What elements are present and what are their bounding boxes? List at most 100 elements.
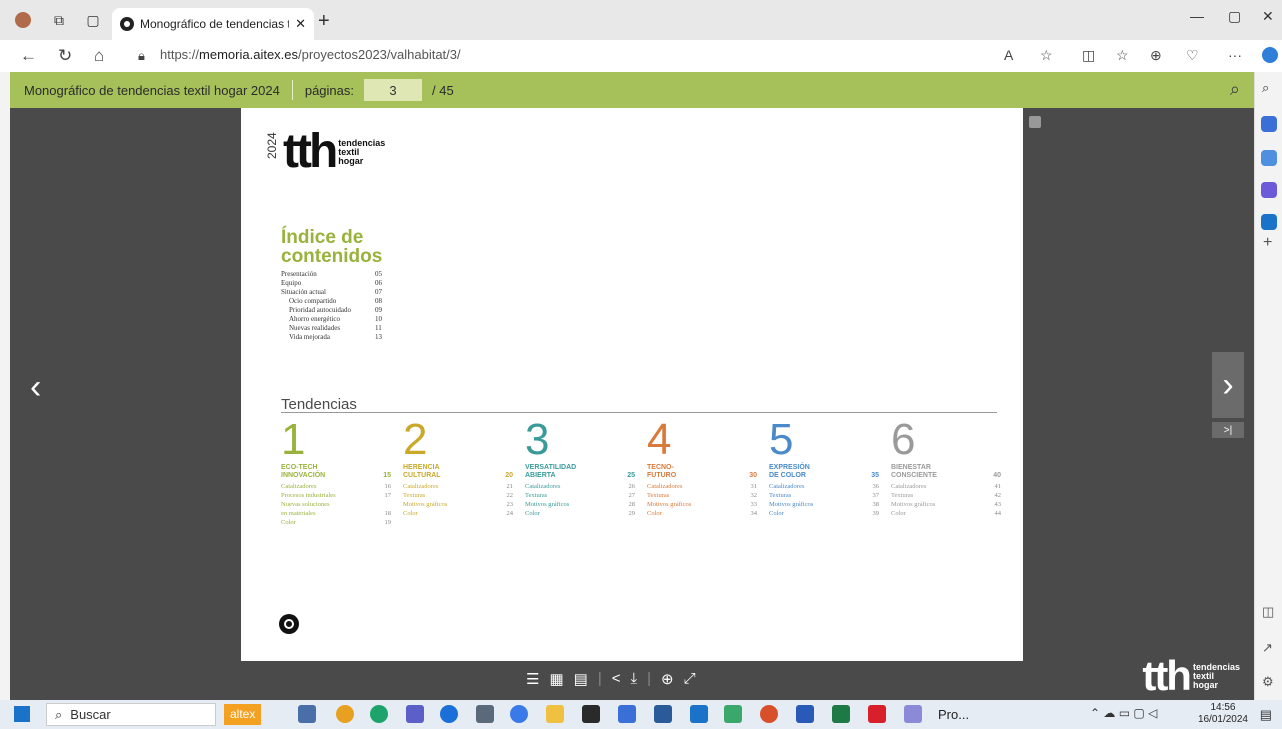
minimize-icon[interactable]: — bbox=[1190, 8, 1204, 24]
collections-icon[interactable]: ⊕ bbox=[1150, 47, 1162, 64]
trend-column[interactable]: 5 EXPRESIÓN DE COLOR 35 Catalizadores 36 Textu… bbox=[769, 418, 879, 518]
start-icon[interactable] bbox=[14, 706, 30, 722]
back-icon[interactable]: ← bbox=[20, 46, 37, 66]
extensions-icon[interactable]: ♡ bbox=[1186, 47, 1199, 64]
trend-item[interactable]: Color 19 bbox=[281, 518, 391, 527]
trend-item[interactable]: Motivos gráficos 33 bbox=[647, 500, 757, 509]
sidebar-share-icon[interactable]: ↗ bbox=[1262, 640, 1273, 656]
sidebar-layout-icon[interactable]: ◫ bbox=[1262, 604, 1274, 620]
comments-icon[interactable]: ▤ bbox=[574, 670, 588, 688]
refresh-icon[interactable]: ↻ bbox=[58, 46, 72, 66]
trend-item[interactable]: Color 29 bbox=[525, 509, 635, 518]
close-tab-icon[interactable]: ✕ bbox=[295, 16, 306, 32]
index-entry[interactable]: Vida mejorada 13 bbox=[281, 333, 382, 342]
paint-icon[interactable] bbox=[904, 705, 922, 723]
zoom-icon[interactable]: ⊕ bbox=[661, 670, 674, 688]
sidebar-office-icon[interactable] bbox=[1261, 182, 1277, 198]
next-page-icon[interactable]: › bbox=[1212, 352, 1244, 418]
trend-item[interactable]: Catalizadores 31 bbox=[647, 482, 757, 491]
index-entry[interactable]: Presentación 05 bbox=[281, 270, 382, 279]
fullscreen-icon[interactable]: ⤢ bbox=[684, 670, 696, 688]
restore-icon[interactable]: ▢ bbox=[1228, 8, 1241, 25]
trend-column[interactable]: 1 ECO-TECH INNOVACIÓN 15 Catalizadores 16 Proc… bbox=[281, 418, 391, 527]
app-icon[interactable] bbox=[510, 705, 528, 723]
trend-column[interactable]: 2 HERENCIA CULTURAL 20 Catalizadores 21 Textur… bbox=[403, 418, 513, 518]
google-icon[interactable] bbox=[582, 705, 600, 723]
index-entry[interactable]: Situación actual 07 bbox=[281, 288, 382, 297]
powerpoint-icon[interactable] bbox=[760, 705, 778, 723]
task-view-icon[interactable] bbox=[298, 705, 316, 723]
trend-column[interactable]: 6 BIENESTAR CONSCIENTE 40 Catalizadores 41 Tex… bbox=[891, 418, 1001, 518]
sidebar-add-icon[interactable]: + bbox=[1263, 234, 1272, 252]
outlook-icon[interactable] bbox=[690, 705, 708, 723]
trend-column[interactable]: 3 VERSATILIDAD ABIERTA 25 Catalizadores 26 Tex… bbox=[525, 418, 635, 518]
previous-page-icon[interactable]: ‹ bbox=[30, 368, 41, 407]
trend-item[interactable]: Texturas 42 bbox=[891, 491, 1001, 500]
pinned-app[interactable]: Pro... bbox=[938, 707, 969, 722]
defender-icon[interactable] bbox=[618, 705, 636, 723]
new-tab-icon[interactable]: + bbox=[318, 10, 330, 33]
share-icon[interactable]: < bbox=[612, 670, 621, 688]
workspaces-icon[interactable]: ⧉ bbox=[44, 5, 74, 35]
altex-app[interactable]: altex bbox=[224, 704, 262, 725]
trend-item[interactable]: Catalizadores 36 bbox=[769, 482, 879, 491]
index-entry[interactable]: Prioridad autocuidado 09 bbox=[281, 306, 382, 315]
system-clock[interactable]: 14:56 16/01/2024 bbox=[1198, 702, 1248, 726]
system-tray-icons[interactable]: ⌃ ☁ ▭ ▢ ◁ bbox=[1090, 706, 1157, 720]
word-icon[interactable] bbox=[796, 705, 814, 723]
trend-column[interactable]: 4 TECNO- FUTURO 30 Catalizadores 31 Texturas 32… bbox=[647, 418, 757, 518]
acrobat-icon[interactable] bbox=[868, 705, 886, 723]
close-window-icon[interactable]: ✕ bbox=[1262, 8, 1274, 25]
notifications-icon[interactable]: ▤ bbox=[1260, 707, 1272, 723]
trend-item[interactable]: Color 44 bbox=[891, 509, 1001, 518]
download-icon[interactable]: ⤓ bbox=[631, 670, 638, 688]
sidebar-outlook-icon[interactable] bbox=[1261, 214, 1277, 230]
trend-item[interactable]: Procesos industriales 17 bbox=[281, 491, 391, 500]
trend-item[interactable]: Nuevas soluciones bbox=[281, 500, 391, 509]
trend-item[interactable]: Catalizadores 26 bbox=[525, 482, 635, 491]
teamviewer-icon[interactable] bbox=[440, 705, 458, 723]
stats-icon[interactable] bbox=[654, 705, 672, 723]
notes-icon[interactable] bbox=[1029, 116, 1041, 128]
index-entry[interactable]: Nuevas realidades 11 bbox=[281, 324, 382, 333]
chrome-icon[interactable] bbox=[336, 705, 354, 723]
tab-active[interactable]: Monográfico de tendencias texti ✕ bbox=[112, 8, 314, 40]
trend-item[interactable]: Catalizadores 16 bbox=[281, 482, 391, 491]
split-screen-icon[interactable]: ◫ bbox=[1082, 47, 1095, 64]
trend-item[interactable]: Motivos gráficos 38 bbox=[769, 500, 879, 509]
teams-icon[interactable] bbox=[406, 705, 424, 723]
trend-item[interactable]: Texturas 22 bbox=[403, 491, 513, 500]
taskbar-search[interactable]: ⌕ Buscar bbox=[46, 703, 216, 726]
trend-item[interactable]: Catalizadores 21 bbox=[403, 482, 513, 491]
table-of-contents-icon[interactable]: ☰ bbox=[526, 670, 539, 688]
trend-item[interactable]: Texturas 32 bbox=[647, 491, 757, 500]
trend-item[interactable]: Motivos gráficos 23 bbox=[403, 500, 513, 509]
trend-item[interactable]: Texturas 27 bbox=[525, 491, 635, 500]
index-entry[interactable]: Ahorro energético 10 bbox=[281, 315, 382, 324]
more-options-icon[interactable]: ··· bbox=[1228, 47, 1242, 63]
trend-item[interactable]: en materiales 18 bbox=[281, 509, 391, 518]
page-number-input[interactable] bbox=[364, 79, 422, 101]
read-aloud-icon[interactable]: A bbox=[1004, 47, 1013, 63]
favorite-star-icon[interactable]: ☆ bbox=[1040, 47, 1053, 64]
url-field[interactable]: https://memoria.aitex.es/proyectos2023/v… bbox=[160, 47, 461, 62]
trend-item[interactable]: Texturas 37 bbox=[769, 491, 879, 500]
trend-item[interactable]: Motivos gráficos 43 bbox=[891, 500, 1001, 509]
copilot-icon[interactable] bbox=[1262, 47, 1278, 63]
viewer-search-icon[interactable]: ⌕ bbox=[1230, 79, 1240, 100]
home-icon[interactable]: ⌂ bbox=[94, 46, 104, 66]
trend-item[interactable]: Color 34 bbox=[647, 509, 757, 518]
trend-item[interactable]: Motivos gráficos 28 bbox=[525, 500, 635, 509]
sidebar-search-icon[interactable]: ⌕ bbox=[1262, 80, 1269, 96]
last-page-icon[interactable]: >| bbox=[1212, 422, 1244, 438]
calculator-icon[interactable] bbox=[476, 705, 494, 723]
favorites-icon[interactable]: ☆ bbox=[1116, 47, 1129, 64]
app2-icon[interactable] bbox=[724, 705, 742, 723]
thumbnails-icon[interactable]: ▦ bbox=[549, 670, 563, 688]
trend-item[interactable]: Color 24 bbox=[403, 509, 513, 518]
profile-avatar-icon[interactable] bbox=[8, 5, 38, 35]
lock-icon[interactable]: 🔒︎ bbox=[138, 48, 145, 64]
sidebar-shopping-icon[interactable] bbox=[1261, 116, 1277, 132]
excel-icon[interactable] bbox=[832, 705, 850, 723]
index-entry[interactable]: Ocio compartido 08 bbox=[281, 297, 382, 306]
